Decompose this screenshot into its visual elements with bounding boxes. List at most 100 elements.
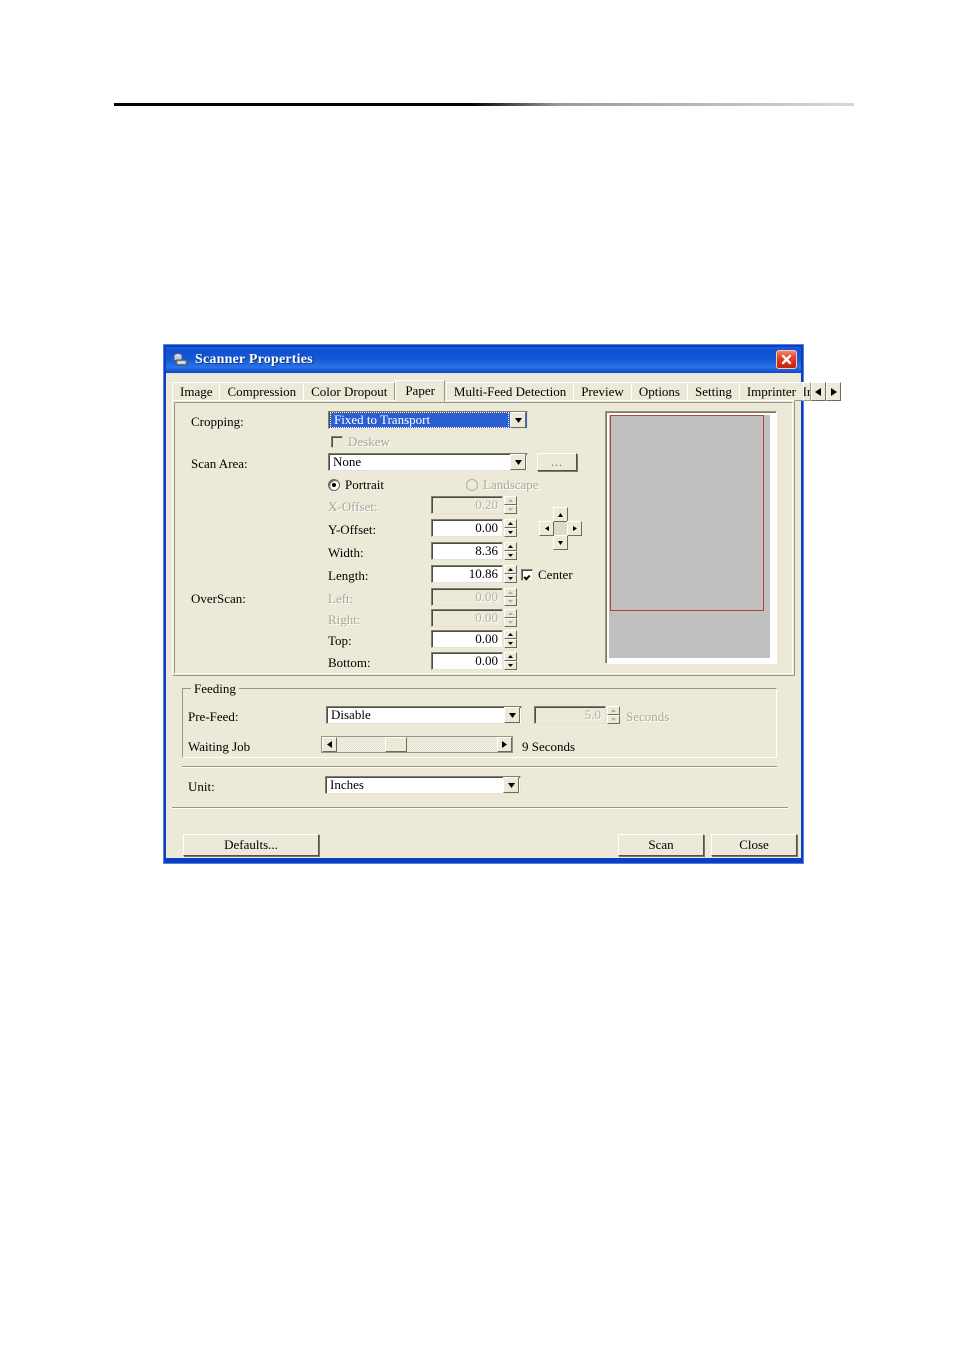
- chevron-down-icon[interactable]: [504, 707, 520, 723]
- overscan-bottom-spin-buttons[interactable]: [504, 652, 517, 670]
- defaults-button[interactable]: Defaults...: [183, 834, 319, 856]
- pre-feed-value: Disable: [331, 707, 371, 722]
- scan-area-label: Scan Area:: [191, 456, 248, 471]
- offset-nudge-pad[interactable]: [539, 507, 583, 551]
- tab-scroll-right-icon[interactable]: [825, 382, 841, 401]
- close-button[interactable]: Close: [711, 834, 797, 856]
- spin-up-icon[interactable]: [504, 609, 517, 618]
- tab-preview[interactable]: Preview: [573, 382, 632, 401]
- tab-information[interactable]: Ir: [802, 382, 811, 401]
- pre-feed-seconds-stepper[interactable]: 5.0: [534, 706, 620, 724]
- scan-button[interactable]: Scan: [618, 834, 704, 856]
- spin-down-icon[interactable]: [504, 661, 517, 670]
- tab-multi-feed-detection[interactable]: Multi-Feed Detection: [445, 382, 575, 401]
- tab-color-dropout[interactable]: Color Dropout: [303, 382, 396, 401]
- landscape-radio[interactable]: Landscape: [466, 477, 539, 493]
- overscan-right-spin-buttons[interactable]: [504, 609, 517, 627]
- waiting-job-slider[interactable]: [321, 736, 513, 753]
- tab-setting[interactable]: Setting: [686, 382, 740, 401]
- spin-down-icon[interactable]: [504, 551, 517, 560]
- spin-up-icon[interactable]: [504, 652, 517, 661]
- waiting-job-slider-track[interactable]: [337, 737, 497, 752]
- pre-feed-seconds-value: 5.0: [534, 706, 606, 724]
- chevron-down-icon[interactable]: [510, 412, 526, 428]
- overscan-left-stepper[interactable]: 0.00: [431, 588, 517, 606]
- overscan-bottom-stepper[interactable]: 0.00: [431, 652, 517, 670]
- close-icon[interactable]: [776, 350, 797, 369]
- x-offset-stepper[interactable]: 0.20: [431, 496, 517, 514]
- tab-scroll-controls: [810, 382, 841, 401]
- overscan-right-stepper[interactable]: 0.00: [431, 609, 517, 627]
- spin-down-icon[interactable]: [504, 618, 517, 627]
- tab-options[interactable]: Options: [630, 382, 688, 401]
- overscan-top-stepper[interactable]: 0.00: [431, 630, 517, 648]
- nudge-right-icon[interactable]: [567, 521, 582, 536]
- x-offset-spin-buttons[interactable]: [504, 496, 517, 514]
- spin-down-icon[interactable]: [504, 528, 517, 537]
- title-bar: Scanner Properties: [166, 347, 801, 373]
- waiting-job-slider-thumb[interactable]: [385, 737, 407, 752]
- y-offset-label: Y-Offset:: [328, 522, 377, 537]
- pre-feed-dropdown[interactable]: Disable: [326, 706, 522, 724]
- tab-scroll-left-icon[interactable]: [810, 382, 826, 401]
- scan-area-dropdown[interactable]: None: [328, 453, 528, 471]
- center-checkbox[interactable]: Center: [521, 567, 573, 583]
- slider-left-arrow-icon[interactable]: [322, 737, 337, 752]
- portrait-label: Portrait: [345, 477, 384, 492]
- spin-down-icon[interactable]: [504, 505, 517, 514]
- spin-up-icon[interactable]: [504, 519, 517, 528]
- y-offset-stepper[interactable]: 0.00: [431, 519, 517, 537]
- chevron-down-icon[interactable]: [510, 454, 526, 470]
- unit-value: Inches: [330, 777, 364, 792]
- center-checkbox-box: [521, 569, 533, 581]
- length-stepper[interactable]: 10.86: [431, 565, 517, 583]
- nudge-up-icon[interactable]: [553, 507, 568, 522]
- width-value: 8.36: [431, 542, 503, 560]
- y-offset-spin-buttons[interactable]: [504, 519, 517, 537]
- nudge-left-icon[interactable]: [539, 521, 554, 536]
- landscape-radio-dot: [466, 479, 478, 491]
- spin-down-icon[interactable]: [504, 639, 517, 648]
- chevron-down-icon[interactable]: [503, 777, 519, 793]
- spin-up-icon[interactable]: [504, 496, 517, 505]
- unit-dropdown[interactable]: Inches: [325, 776, 521, 794]
- slider-right-arrow-icon[interactable]: [497, 737, 512, 752]
- spin-down-icon[interactable]: [607, 715, 620, 724]
- spin-down-icon[interactable]: [504, 574, 517, 583]
- overscan-bottom-value: 0.00: [431, 652, 503, 670]
- x-offset-label: X-Offset:: [328, 499, 378, 514]
- tab-paper[interactable]: Paper: [395, 380, 445, 402]
- scan-area-browse-button[interactable]: ...: [537, 453, 577, 471]
- nudge-down-icon[interactable]: [553, 535, 568, 550]
- overscan-left-value: 0.00: [431, 588, 503, 606]
- tab-imprinter[interactable]: Imprinter: [738, 382, 804, 401]
- length-value: 10.86: [431, 565, 503, 583]
- overscan-right-label: Right:: [328, 612, 361, 627]
- overscan-left-spin-buttons[interactable]: [504, 588, 517, 606]
- width-spin-buttons[interactable]: [504, 542, 517, 560]
- length-label: Length:: [328, 568, 369, 583]
- spin-up-icon[interactable]: [504, 542, 517, 551]
- length-spin-buttons[interactable]: [504, 565, 517, 583]
- preview-selection-rectangle[interactable]: [610, 415, 764, 611]
- spin-up-icon[interactable]: [504, 565, 517, 574]
- spin-up-icon[interactable]: [504, 588, 517, 597]
- deskew-label: Deskew: [348, 434, 390, 449]
- portrait-radio[interactable]: Portrait: [328, 477, 384, 493]
- tab-image[interactable]: Image: [172, 382, 221, 401]
- x-offset-value: 0.20: [431, 496, 503, 514]
- unit-label: Unit:: [188, 779, 215, 794]
- spin-up-icon[interactable]: [607, 706, 620, 715]
- cropping-dropdown[interactable]: Fixed to Transport: [328, 411, 528, 429]
- scanner-icon: [172, 351, 190, 369]
- spin-up-icon[interactable]: [504, 630, 517, 639]
- spin-down-icon[interactable]: [504, 597, 517, 606]
- tab-compression[interactable]: Compression: [219, 382, 305, 401]
- deskew-checkbox[interactable]: Deskew: [331, 434, 390, 450]
- overscan-top-spin-buttons[interactable]: [504, 630, 517, 648]
- dialog-client-area: Image Compression Color Dropout Paper Mu…: [166, 373, 841, 858]
- scan-preview-pane[interactable]: [605, 411, 777, 664]
- width-stepper[interactable]: 8.36: [431, 542, 517, 560]
- pre-feed-seconds-spin-buttons[interactable]: [607, 706, 620, 724]
- cropping-label: Cropping:: [191, 414, 244, 429]
